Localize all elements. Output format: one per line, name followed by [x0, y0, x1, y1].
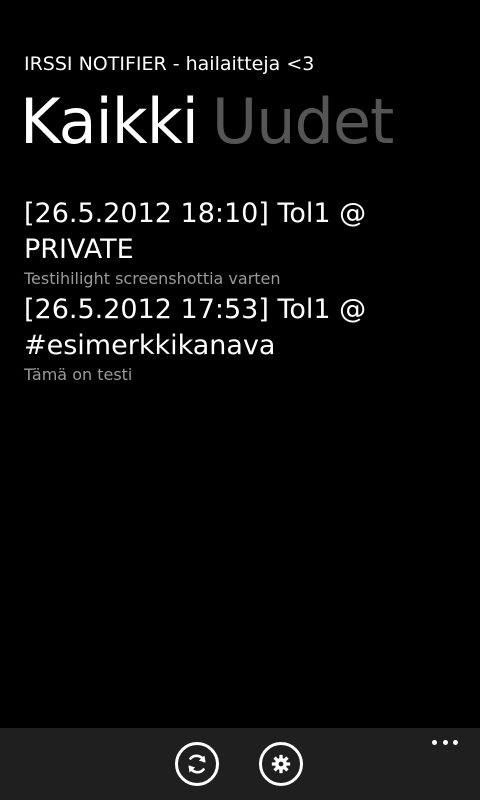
- app-title: IRSSI NOTIFIER - hailaitteja <3: [24, 53, 315, 75]
- notification-title: [26.5.2012 17:53] Tol1 @ #esimerkkikanav…: [24, 294, 367, 361]
- notification-message: Testihilight screenshottia varten: [24, 269, 281, 288]
- pivot-header: Kaikki Uudet: [20, 82, 407, 162]
- gear-icon: [270, 753, 292, 775]
- settings-button[interactable]: [259, 742, 303, 786]
- notification-message: Tämä on testi: [24, 365, 133, 384]
- dot: [442, 740, 448, 745]
- refresh-icon: [185, 752, 209, 776]
- dot: [432, 740, 437, 745]
- list-item[interactable]: [26.5.2012 18:10] Tol1 @ PRIVATE Testihi…: [24, 196, 464, 290]
- dot: [453, 740, 458, 745]
- ellipsis-icon[interactable]: [432, 740, 458, 746]
- list-item[interactable]: [26.5.2012 17:53] Tol1 @ #esimerkkikanav…: [24, 292, 464, 386]
- pivot-item-uudet[interactable]: Uudet: [212, 82, 394, 162]
- pivot-item-kaikki[interactable]: Kaikki: [20, 82, 199, 162]
- notification-title: [26.5.2012 18:10] Tol1 @ PRIVATE: [24, 198, 367, 265]
- refresh-button[interactable]: [175, 742, 219, 786]
- notification-list: [26.5.2012 18:10] Tol1 @ PRIVATE Testihi…: [24, 196, 464, 388]
- application-bar: [0, 728, 480, 800]
